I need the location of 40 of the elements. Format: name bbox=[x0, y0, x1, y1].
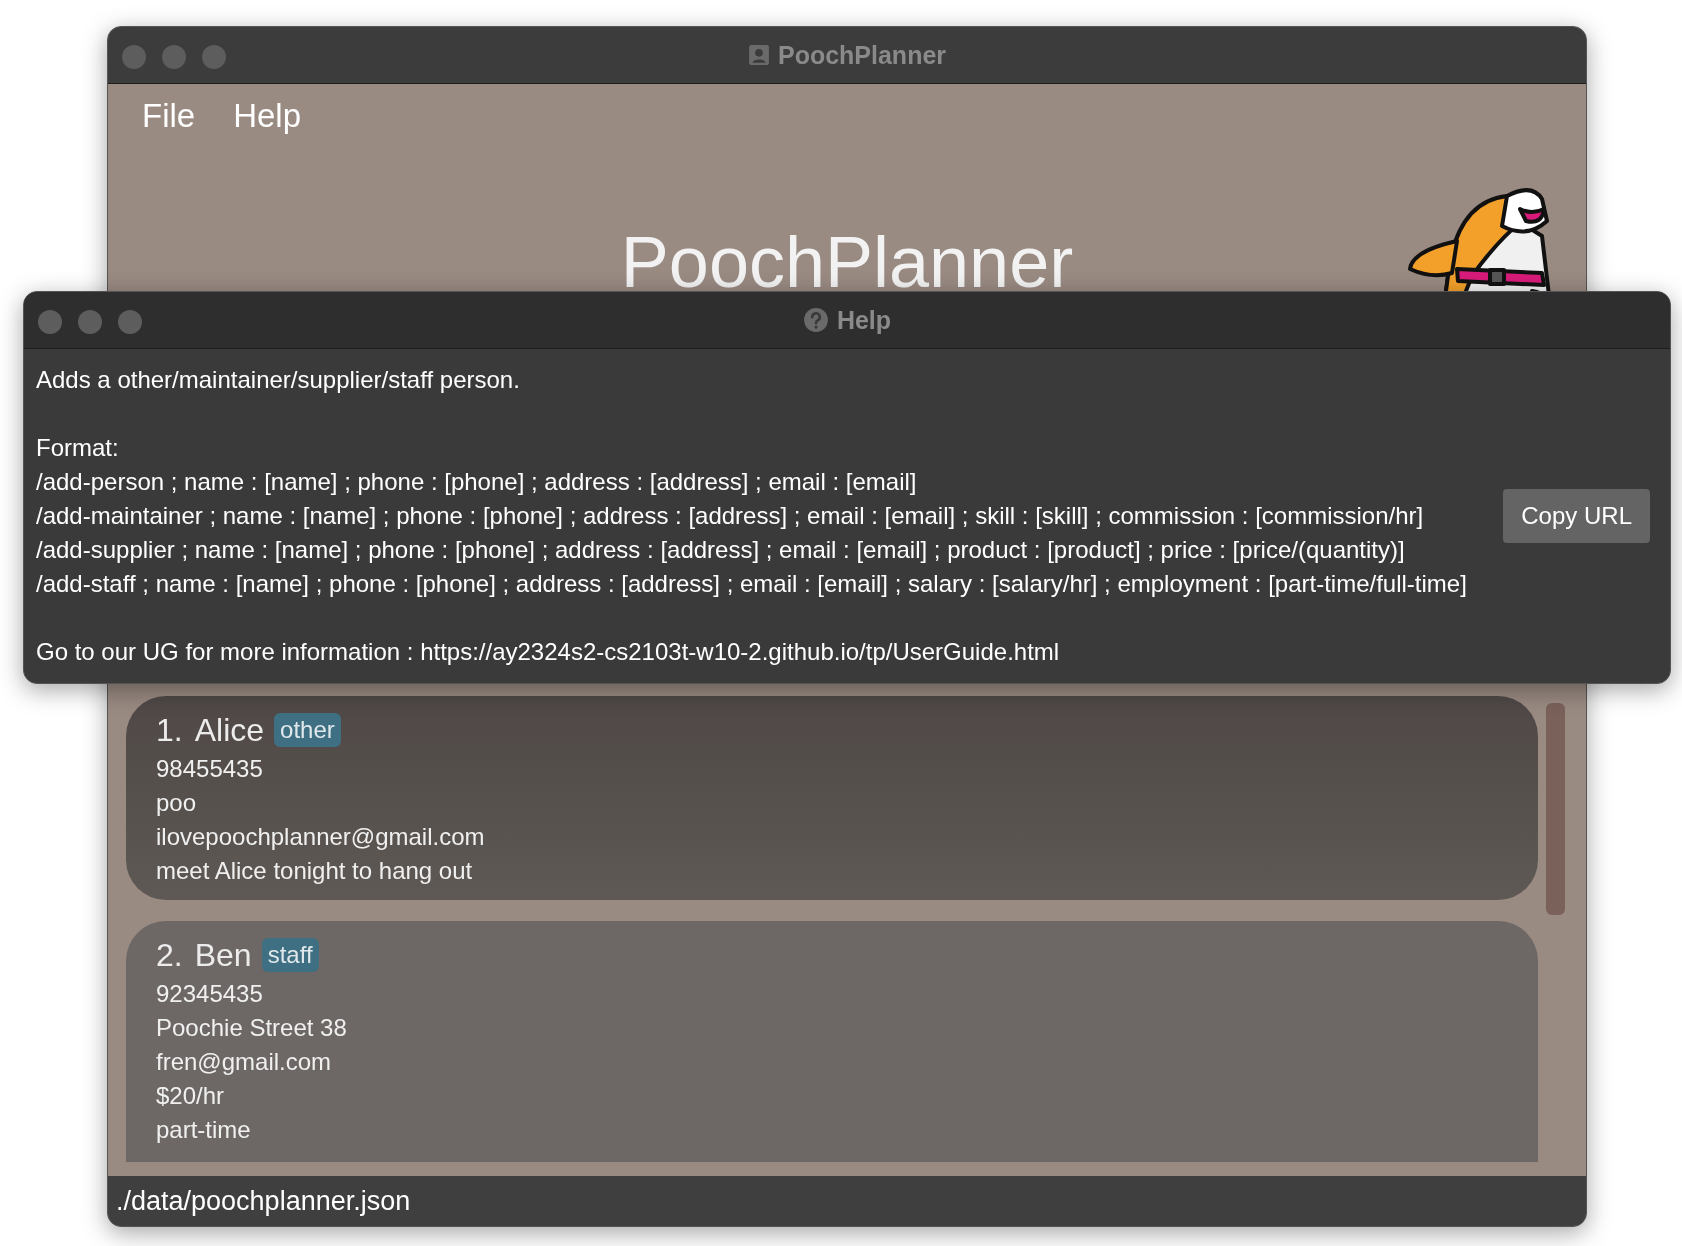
copy-url-button[interactable]: Copy URL bbox=[1503, 489, 1650, 543]
zoom-button[interactable] bbox=[118, 310, 142, 334]
close-button[interactable] bbox=[38, 310, 62, 334]
person-detail: $20/hr bbox=[156, 1081, 226, 1111]
help-text-line: Go to our UG for more information : https://ay2324s2-cs2103t-w10-2.github.io/tp/UserGuide.html bbox=[36, 637, 1061, 667]
help-text-line: /add-supplier ; name : [name] ; phone : [phone] ; address : [address] ; email : [email] ; product : [product] ; price : [price/(quantity)] bbox=[36, 535, 1406, 565]
zoom-button[interactable] bbox=[202, 45, 226, 69]
person-detail: fren@gmail.com bbox=[156, 1047, 333, 1077]
person-detail: 98455435 bbox=[156, 754, 264, 784]
scrollbar-thumb[interactable] bbox=[1546, 703, 1565, 915]
help-text-line: /add-maintainer ; name : [name] ; phone : [phone] ; address : [address] ; email : [email] ; skill : [skill] ; commission : [commission/hr] bbox=[36, 501, 1425, 531]
person-card[interactable]: 1. Alice other 98455435 poo ilovepoochplanner@gmail.com meet Alice tonight to hang out bbox=[126, 696, 1538, 900]
person-detail: part-time bbox=[156, 1115, 252, 1145]
help-text-line: /add-person ; name : [name] ; phone : [phone] ; address : [address] ; email : [email] bbox=[36, 467, 918, 497]
person-detail: 92345435 bbox=[156, 979, 264, 1009]
person-detail: meet Alice tonight to hang out bbox=[156, 856, 474, 886]
window-title: PoochPlanner bbox=[777, 40, 947, 70]
help-text-line: Adds a other/maintainer/supplier/staff person. bbox=[36, 365, 521, 395]
menu-item[interactable]: Help bbox=[233, 94, 302, 144]
person-index: 2. bbox=[156, 936, 183, 975]
person-detail: poo bbox=[156, 788, 198, 818]
app-heading: PoochPlanner bbox=[620, 222, 1074, 300]
help-text-line: Format: bbox=[36, 433, 120, 463]
help-text-line: /add-staff ; name : [name] ; phone : [phone] ; address : [address] ; email : [email] ; salary : [salary/hr] ; employment : [part-time/full-time] bbox=[36, 569, 1468, 599]
contact-card-icon bbox=[747, 44, 770, 66]
help-icon bbox=[802, 307, 829, 333]
person-detail: Poochie Street 38 bbox=[156, 1013, 348, 1043]
person-card[interactable]: 2. Ben staff 92345435 Poochie Street 38 fren@gmail.com $20/hr part-time bbox=[126, 921, 1538, 1162]
minimize-button[interactable] bbox=[162, 45, 186, 69]
person-detail: ilovepoochplanner@gmail.com bbox=[156, 822, 486, 852]
window-title: Help bbox=[836, 305, 892, 335]
person-name: Ben bbox=[194, 936, 252, 975]
minimize-button[interactable] bbox=[78, 310, 102, 334]
person-index: 1. bbox=[156, 711, 183, 750]
role-tag: staff bbox=[261, 938, 319, 972]
role-tag: other bbox=[274, 713, 341, 747]
file-path: ./data/poochplanner.json bbox=[116, 1185, 411, 1217]
person-name: Alice bbox=[194, 711, 265, 750]
menu-item[interactable]: File bbox=[142, 94, 196, 144]
close-button[interactable] bbox=[122, 45, 146, 69]
